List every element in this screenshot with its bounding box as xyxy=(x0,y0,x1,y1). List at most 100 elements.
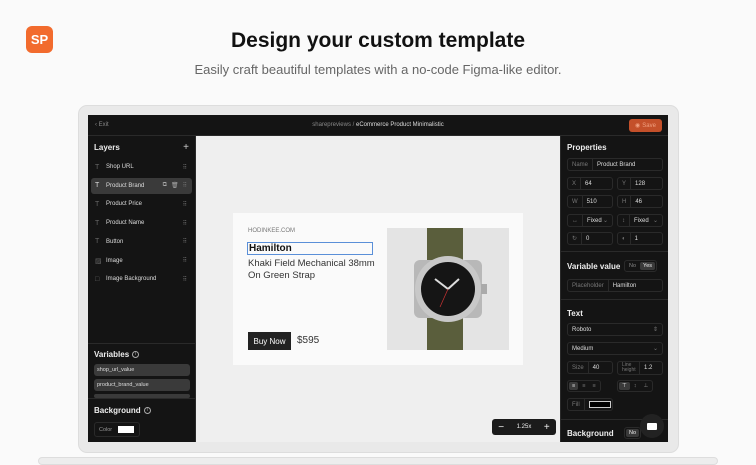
drag-handle-icon[interactable]: ⠿ xyxy=(183,201,187,208)
drag-handle-icon[interactable]: ⠿ xyxy=(183,238,187,245)
divider xyxy=(88,398,196,399)
product-brand-text[interactable]: Hamilton xyxy=(247,242,373,255)
save-button[interactable]: ◉ Save xyxy=(629,119,662,132)
h-label: H xyxy=(618,196,632,207)
layer-item[interactable]: T Product Brand ⧉ 🗑︎ ⠿ xyxy=(91,177,192,194)
background-heading-right: Background xyxy=(567,429,614,438)
text-heading: Text xyxy=(567,309,583,318)
weight-value: Medium xyxy=(572,345,594,352)
height-mode-select[interactable]: ↕ Fixed ⌄ xyxy=(617,214,663,227)
y-value: 128 xyxy=(635,180,646,187)
save-label: Save xyxy=(642,122,656,129)
align-left-icon[interactable]: ≡ xyxy=(569,382,579,390)
divider xyxy=(88,343,196,344)
font-value: Roboto xyxy=(572,326,592,333)
product-name-text[interactable]: Khaki Field Mechanical 38mm On Green Str… xyxy=(248,258,378,282)
size-field[interactable]: Size 40 xyxy=(567,361,613,374)
weight-select[interactable]: Medium ⌄ xyxy=(567,342,663,355)
info-icon[interactable]: i xyxy=(143,407,151,415)
layer-item[interactable]: ▨ Image ⠿ xyxy=(91,253,192,269)
align-right-icon[interactable]: ≡ xyxy=(589,382,598,390)
chevron-down-icon: ⌄ xyxy=(602,218,608,224)
height-mode-value: Fixed xyxy=(634,217,649,224)
breadcrumb-template: eCommerce Product Minimalistic xyxy=(356,122,444,128)
rotation-value: 0 xyxy=(586,235,590,242)
option-no[interactable]: No xyxy=(626,262,639,270)
background-toggle: No xyxy=(624,427,642,439)
chat-button[interactable] xyxy=(640,414,664,438)
drag-handle-icon[interactable]: ⠿ xyxy=(183,220,187,227)
layer-label: Product Price xyxy=(106,201,143,208)
top-bar: ‹ Exit sharepreviews / eCommerce Product… xyxy=(88,115,668,136)
layer-item[interactable]: T Product Price ⠿ xyxy=(91,196,192,212)
align-bottom-icon[interactable]: ⊥ xyxy=(641,382,652,390)
divider xyxy=(561,299,668,300)
placeholder-label: Placeholder xyxy=(568,280,609,291)
template-card[interactable]: HODINKEE.COM Hamilton Khaki Field Mechan… xyxy=(233,213,523,365)
w-value: 510 xyxy=(586,198,597,205)
layer-item[interactable]: T Shop URL ⠿ xyxy=(91,159,192,175)
size-label: Size xyxy=(568,362,589,373)
product-price-text[interactable]: $595 xyxy=(297,335,319,346)
page-subtitle: Easily craft beautiful templates with a … xyxy=(194,62,562,77)
zoom-in-button[interactable]: + xyxy=(544,422,550,433)
y-field[interactable]: Y 128 xyxy=(617,177,663,190)
variables-heading: Variables i xyxy=(94,350,140,359)
color-swatch[interactable] xyxy=(118,426,135,433)
background-color-field[interactable]: Color xyxy=(94,422,140,437)
rotation-field[interactable]: ↻ 0 xyxy=(567,232,613,245)
fill-swatch[interactable] xyxy=(588,401,611,408)
align-middle-icon[interactable]: ↕ xyxy=(631,382,640,390)
duplicate-icon[interactable]: ⧉ xyxy=(163,182,167,189)
breadcrumb: sharepreviews / eCommerce Product Minima… xyxy=(88,122,668,128)
name-value: Product Brand xyxy=(597,161,636,168)
zoom-control: − 1.25x + xyxy=(492,419,556,435)
horizontal-resize-icon: ↔ xyxy=(568,215,583,226)
opacity-field[interactable]: ◐ 1 xyxy=(617,232,663,245)
x-label: X xyxy=(568,178,582,189)
variable-item[interactable]: shop_url_value xyxy=(94,364,190,376)
option-no[interactable]: No xyxy=(626,429,640,437)
save-icon: ◉ xyxy=(635,123,641,129)
layer-item[interactable]: T Product Name ⠿ xyxy=(91,215,192,231)
opacity-icon: ◐ xyxy=(618,233,631,244)
page-title: Design your custom template xyxy=(230,29,526,52)
properties-panel: Properties Name Product Brand X 64 Y 128 W5… xyxy=(560,136,668,442)
info-icon[interactable]: i xyxy=(132,351,140,359)
drag-handle-icon[interactable]: ⠿ xyxy=(183,257,187,264)
text-icon: T xyxy=(95,163,100,171)
background-title: Background xyxy=(94,406,141,415)
align-center-icon[interactable]: ≡ xyxy=(579,382,588,390)
variable-item[interactable]: product_brand_value xyxy=(94,379,190,391)
add-layer-button[interactable]: + xyxy=(183,142,189,153)
trash-icon[interactable]: 🗑︎ xyxy=(171,182,179,189)
layer-label: Image Background xyxy=(106,276,157,283)
width-mode-value: Fixed xyxy=(587,217,602,224)
zoom-out-button[interactable]: − xyxy=(498,422,504,433)
canvas[interactable]: HODINKEE.COM Hamilton Khaki Field Mechan… xyxy=(196,136,560,442)
fill-field[interactable]: Fill xyxy=(567,398,613,411)
shop-url-text[interactable]: HODINKEE.COM xyxy=(248,228,295,234)
layer-item[interactable]: □ Image Background ⠿ xyxy=(91,271,192,287)
breadcrumb-workspace[interactable]: sharepreviews xyxy=(312,122,351,128)
name-field[interactable]: Name Product Brand xyxy=(567,158,663,171)
font-select[interactable]: Roboto ⇕ xyxy=(567,323,663,336)
h-field[interactable]: H 46 xyxy=(617,195,663,208)
w-field[interactable]: W 510 xyxy=(567,195,613,208)
option-yes[interactable]: Yes xyxy=(640,262,656,270)
width-mode-select[interactable]: ↔ Fixed ⌄ xyxy=(567,214,613,227)
name-label: Name xyxy=(568,159,594,170)
buy-now-button[interactable]: Buy Now xyxy=(248,332,291,350)
fill-label: Fill xyxy=(568,399,585,410)
product-image[interactable] xyxy=(387,228,509,350)
layer-label: Product Brand xyxy=(106,182,145,189)
layer-item[interactable]: T Button ⠿ xyxy=(91,234,192,250)
drag-handle-icon[interactable]: ⠿ xyxy=(183,276,187,283)
x-field[interactable]: X 64 xyxy=(567,177,613,190)
drag-handle-icon[interactable]: ⠿ xyxy=(183,164,187,171)
align-top-icon[interactable]: ⊤ xyxy=(619,382,630,390)
placeholder-field[interactable]: Placeholder Hamilton xyxy=(567,279,663,292)
variable-value-heading: Variable value xyxy=(567,262,621,271)
drag-handle-icon[interactable]: ⠿ xyxy=(183,182,187,189)
line-height-field[interactable]: Line height 1.2 xyxy=(617,361,663,375)
